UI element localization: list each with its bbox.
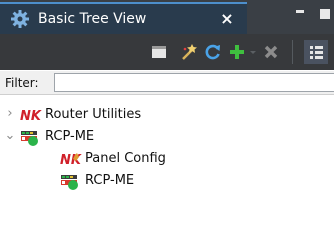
- nk-icon: NK: [20, 106, 42, 124]
- minimize-panel-icon[interactable]: [150, 43, 168, 61]
- toolbar-separator: [292, 40, 293, 64]
- nk-icon: NK: [60, 150, 82, 168]
- rcp-me-icon: [60, 172, 80, 190]
- tree-item-panel-config[interactable]: NK Panel Config: [0, 148, 334, 170]
- tree-item-label: RCP-ME: [85, 173, 135, 188]
- add-icon[interactable]: [228, 43, 246, 61]
- view-title-bar: Basic Tree View ×: [0, 0, 334, 34]
- view-tab[interactable]: Basic Tree View ×: [0, 2, 247, 34]
- filter-bar: Filter:: [0, 71, 334, 95]
- rcp-me-icon: [20, 128, 40, 146]
- filter-label: Filter:: [5, 76, 39, 90]
- close-icon[interactable]: ×: [218, 9, 236, 29]
- svg-text:NK: NK: [20, 109, 42, 124]
- minimize-icon[interactable]: [296, 10, 304, 13]
- view-toolbar: [0, 34, 334, 70]
- chevron-down-icon[interactable]: ⌄: [4, 128, 16, 144]
- dropdown-arrow-icon[interactable]: [248, 43, 258, 61]
- svg-text:NK: NK: [60, 153, 82, 168]
- view-tab-title: Basic Tree View: [38, 11, 147, 27]
- tree-item-router-utilities[interactable]: › NK Router Utilities: [0, 104, 334, 126]
- chevron-right-icon[interactable]: ›: [4, 106, 16, 122]
- tree-layout-icon[interactable]: [304, 40, 328, 64]
- tree-item-rcp-me[interactable]: ⌄ RCP-ME: [0, 126, 334, 148]
- tree-item-rcp-me-child[interactable]: RCP-ME: [0, 170, 334, 192]
- gear-icon: [10, 9, 30, 29]
- refresh-icon[interactable]: [204, 43, 222, 61]
- tree-item-label: RCP-ME: [45, 129, 95, 144]
- tree-item-label: Panel Config: [85, 151, 166, 166]
- tree-item-label: Router Utilities: [45, 107, 142, 122]
- wizard-wand-icon[interactable]: [180, 43, 198, 61]
- filter-input[interactable]: [54, 73, 334, 92]
- maximize-icon[interactable]: [320, 9, 330, 19]
- remove-icon[interactable]: [262, 43, 280, 61]
